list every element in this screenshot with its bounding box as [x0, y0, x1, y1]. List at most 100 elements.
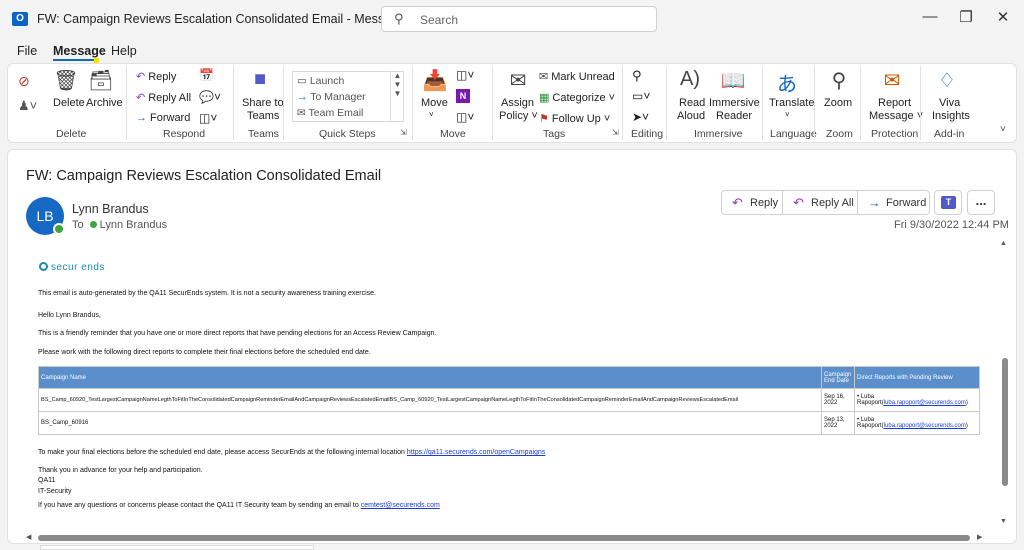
chevron-down-icon[interactable]: ˅: [785, 110, 790, 119]
read-aloud-line2[interactable]: Aloud: [677, 110, 705, 122]
recipient-name[interactable]: Lynn Brandus: [100, 219, 167, 231]
ribbon-separator: [920, 66, 921, 140]
col-header-campaign-name: Campaign Name: [38, 366, 822, 389]
ribbon-separator: [233, 66, 234, 140]
quick-step-to-manager[interactable]: → To Manager: [297, 91, 366, 103]
report-message-line1[interactable]: Report: [878, 97, 911, 109]
forward-button[interactable]: → Forward: [136, 112, 190, 124]
onenote-icon[interactable]: N: [456, 89, 470, 103]
scroll-right-icon[interactable]: ▶: [977, 533, 982, 541]
body-thanks: Thank you in advance for your help and p…: [38, 467, 203, 474]
move-button[interactable]: Move: [421, 97, 448, 109]
menu-message[interactable]: Message: [53, 44, 106, 58]
ribbon-separator: [814, 66, 815, 140]
viva-insights-line2[interactable]: Insights: [932, 110, 970, 122]
share-to-teams-line1[interactable]: Share to: [242, 97, 284, 109]
to-line: To Lynn Brandus: [72, 219, 167, 231]
immersive-reader-line1[interactable]: Immersive: [709, 97, 760, 109]
teams-chat-button[interactable]: T: [934, 190, 962, 215]
vertical-scrollbar[interactable]: ▲ ▼: [999, 240, 1011, 530]
report-message-line2[interactable]: Message ˅: [869, 110, 923, 122]
body-signature-1: QA11: [38, 477, 56, 484]
follow-up-button[interactable]: ⚑ Follow Up ˅: [539, 112, 610, 125]
reply-all-button[interactable]: ↶ Reply All: [136, 91, 191, 104]
search-box[interactable]: ⚲ Search: [381, 6, 657, 32]
reply-all-icon: ↶: [136, 92, 146, 104]
group-label-language: Language: [770, 128, 817, 140]
immersive-reader-icon: 📖: [720, 70, 746, 92]
contact-email-link[interactable]: cemtest@securends.com: [361, 502, 440, 509]
restore-icon[interactable]: ❐: [956, 8, 976, 26]
share-to-teams-line2[interactable]: Teams: [247, 110, 279, 122]
sender-name[interactable]: Lynn Brandus: [72, 202, 149, 216]
group-label-quick-steps: Quick Steps: [319, 128, 376, 140]
find-icon[interactable]: ⚲: [632, 68, 642, 84]
cursor-icon[interactable]: ➤˅: [632, 110, 649, 124]
campaign-table: Campaign Name Campaign End Date Direct R…: [38, 366, 980, 435]
scroll-left-icon[interactable]: ◀: [26, 533, 31, 541]
quick-step-team-email[interactable]: ✉ Team Email: [297, 107, 363, 119]
mark-unread-button[interactable]: ✉ Mark Unread: [539, 70, 615, 83]
open-campaigns-link[interactable]: https://qa11.securends.com/openCampaigns: [407, 449, 545, 456]
body-greeting: Hello Lynn Brandus,: [38, 312, 101, 319]
translate-button[interactable]: Translate: [769, 97, 814, 109]
menu-help[interactable]: Help: [111, 44, 137, 58]
rules-icon[interactable]: ◫˅: [456, 68, 474, 82]
archive-button[interactable]: Archive: [86, 97, 123, 109]
close-icon[interactable]: ✕: [993, 8, 1013, 26]
chevron-down-icon[interactable]: ˅: [429, 110, 434, 119]
cell-end-date: Sep 16, 2022: [821, 388, 855, 412]
im-icon[interactable]: 💬˅: [199, 90, 221, 104]
viva-insights-line1[interactable]: Viva: [939, 97, 960, 109]
move-icon: 📥: [422, 70, 448, 92]
delete-button[interactable]: Delete: [53, 97, 85, 109]
reviewer-email-link[interactable]: luba.rapoport@securends.com: [884, 400, 966, 406]
immersive-reader-line2[interactable]: Reader: [716, 110, 752, 122]
horizontal-scroll-thumb[interactable]: [38, 535, 970, 541]
more-respond-icon[interactable]: ◫˅: [199, 111, 217, 125]
forward-action-button[interactable]: → Forward: [857, 190, 930, 215]
group-label-zoom: Zoom: [826, 128, 853, 140]
menu-file[interactable]: File: [17, 44, 37, 58]
horizontal-scrollbar[interactable]: ◀ ▶: [26, 533, 986, 543]
ignore-icon[interactable]: ⊘: [18, 73, 30, 90]
actions-icon[interactable]: ◫˅: [456, 110, 474, 124]
body-instruction: Please work with the following direct re…: [38, 349, 371, 356]
junk-icon[interactable]: ♟˅: [18, 98, 37, 114]
body-reminder: This is a friendly reminder that you hav…: [38, 330, 437, 337]
reply-action-button[interactable]: ↶ Reply: [721, 190, 783, 215]
dialog-launcher-icon[interactable]: ⇲: [400, 128, 407, 137]
meeting-icon[interactable]: 📅: [199, 68, 214, 82]
logo-icon: [39, 262, 48, 271]
categorize-button[interactable]: ▦ Categorize ˅: [539, 91, 615, 104]
cell-end-date: Sep 13, 2022: [821, 411, 855, 435]
col-header-direct-reports: Direct Reports with Pending Review: [854, 366, 980, 389]
body-contact-line: If you have any questions or concerns pl…: [38, 502, 440, 509]
reply-all-action-button[interactable]: ↶ Reply All: [782, 190, 858, 215]
title-bar: O FW: Campaign Reviews Escalation Consol…: [0, 0, 1024, 38]
select-icon[interactable]: ▭˅: [632, 89, 650, 103]
collapse-ribbon-icon[interactable]: ˅: [1000, 124, 1006, 135]
dialog-launcher-icon[interactable]: ⇲: [612, 128, 619, 137]
ribbon-separator: [622, 66, 623, 140]
assign-policy-line2[interactable]: Policy ˅: [499, 110, 538, 122]
quick-step-icon: ▭: [297, 75, 310, 87]
reviewer-email-link[interactable]: luba.rapoport@securends.com: [884, 423, 966, 429]
reply-all-label: Reply All: [148, 92, 192, 104]
quick-step-launch[interactable]: ▭ Launch: [297, 75, 344, 87]
quick-steps-scroll[interactable]: ▲ ▼ ▼: [390, 71, 404, 122]
zoom-button[interactable]: Zoom: [824, 97, 852, 109]
assign-policy-line1[interactable]: Assign: [501, 97, 534, 109]
reply-button[interactable]: ↶ Reply: [136, 70, 176, 83]
reply-icon: ↶: [732, 195, 743, 210]
scroll-up-icon[interactable]: ▲: [1000, 240, 1007, 247]
col-header-end-date: Campaign End Date: [821, 366, 855, 389]
vertical-scroll-thumb[interactable]: [1002, 358, 1008, 486]
scroll-down-icon[interactable]: ▼: [1000, 518, 1007, 525]
message-subject: FW: Campaign Reviews Escalation Consolid…: [26, 168, 382, 184]
minimize-icon[interactable]: —: [920, 8, 940, 25]
outlook-app-icon: O: [12, 12, 28, 26]
read-aloud-line1[interactable]: Read: [679, 97, 705, 109]
more-actions-button[interactable]: ...: [967, 190, 995, 215]
table-row: BS_Camp_60916 Sep 13, 2022 • Luba Rapopo…: [38, 411, 980, 435]
